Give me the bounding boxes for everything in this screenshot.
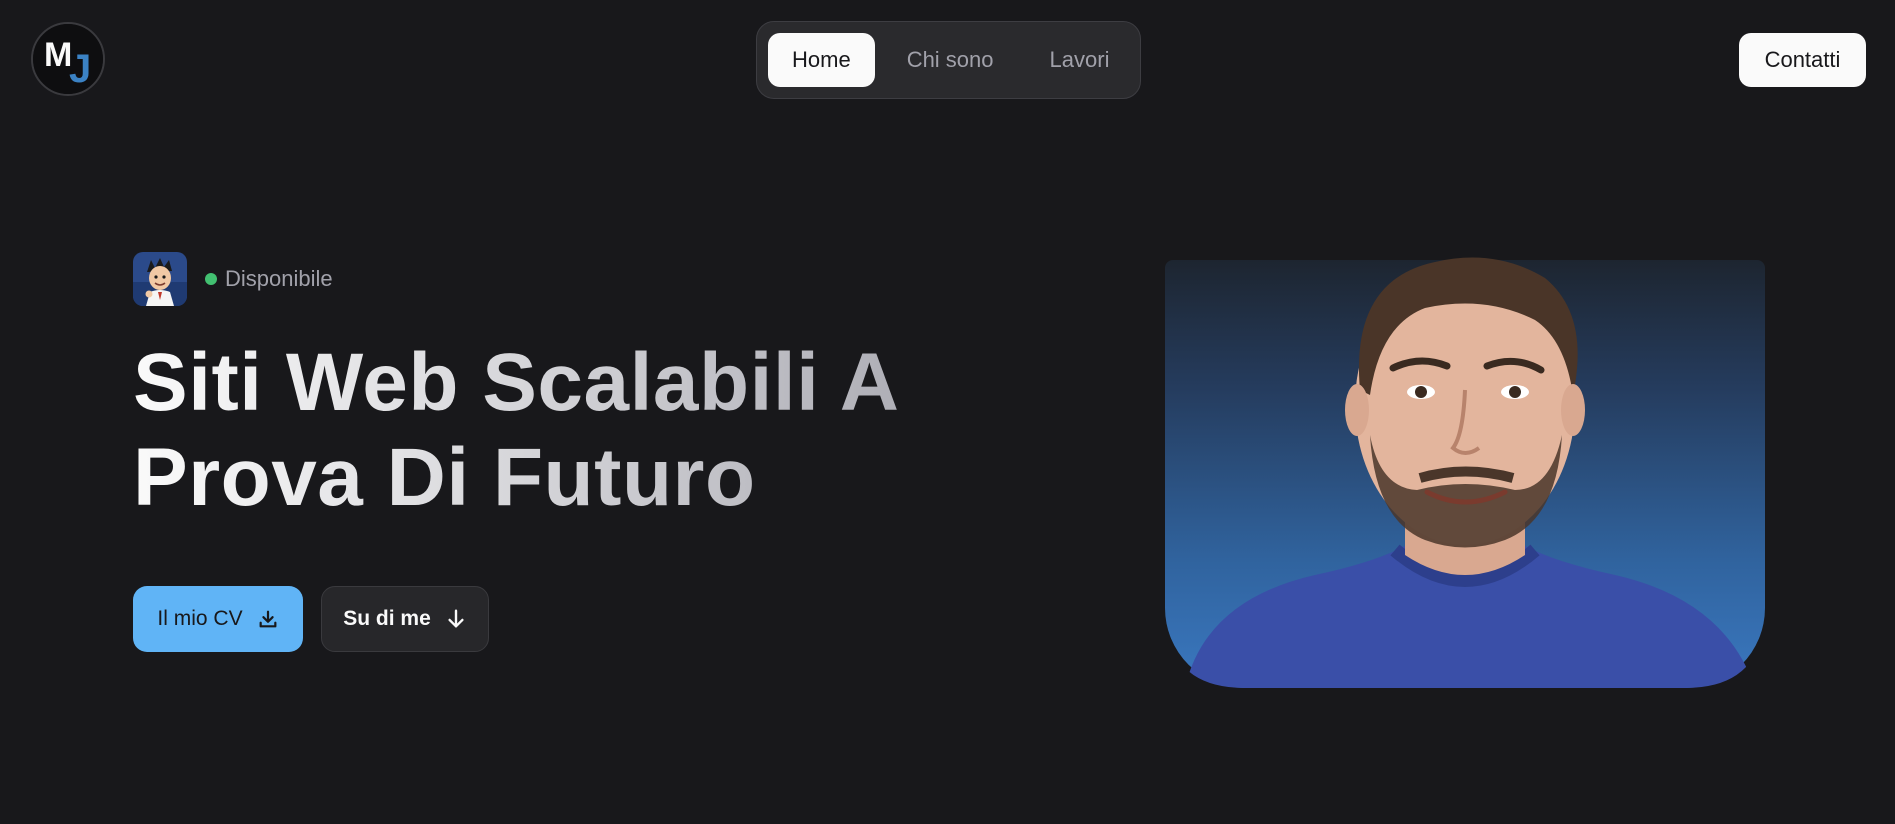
- main-nav: Home Chi sono Lavori: [756, 21, 1141, 99]
- nav-item-lavori[interactable]: Lavori: [1026, 33, 1134, 87]
- download-cv-button[interactable]: Il mio CV: [133, 586, 303, 652]
- svg-text:J: J: [69, 47, 91, 91]
- cv-button-label: Il mio CV: [157, 607, 243, 630]
- nav-item-home[interactable]: Home: [768, 33, 875, 87]
- status-text: Disponibile: [225, 266, 333, 291]
- contact-button[interactable]: Contatti: [1739, 33, 1866, 87]
- availability-status: Disponibile: [133, 252, 333, 306]
- page: M J Home Chi sono Lavori Contatti Dispon…: [0, 0, 1895, 824]
- headline-line-2: Prova Di Futuro: [133, 432, 756, 523]
- status-dot-icon: [205, 273, 217, 285]
- about-button-label: Su di me: [343, 607, 431, 630]
- portrait-photo: [1165, 257, 1765, 688]
- site-logo[interactable]: M J: [31, 22, 105, 96]
- about-me-button[interactable]: Su di me: [321, 586, 489, 652]
- portrait-illustration: [1185, 257, 1755, 688]
- mj-monogram-logo-icon: M J: [33, 24, 103, 94]
- arrow-down-icon: [448, 609, 464, 628]
- cartoon-avatar-icon: [133, 252, 187, 306]
- hero-headline: Siti Web Scalabili A Prova Di Futuro: [133, 335, 1033, 525]
- headline-line-1: Siti Web Scalabili A: [133, 337, 900, 428]
- download-icon: [259, 610, 277, 628]
- hero-actions: Il mio CV Su di me: [133, 586, 489, 652]
- nav-item-chi-sono[interactable]: Chi sono: [883, 33, 1018, 87]
